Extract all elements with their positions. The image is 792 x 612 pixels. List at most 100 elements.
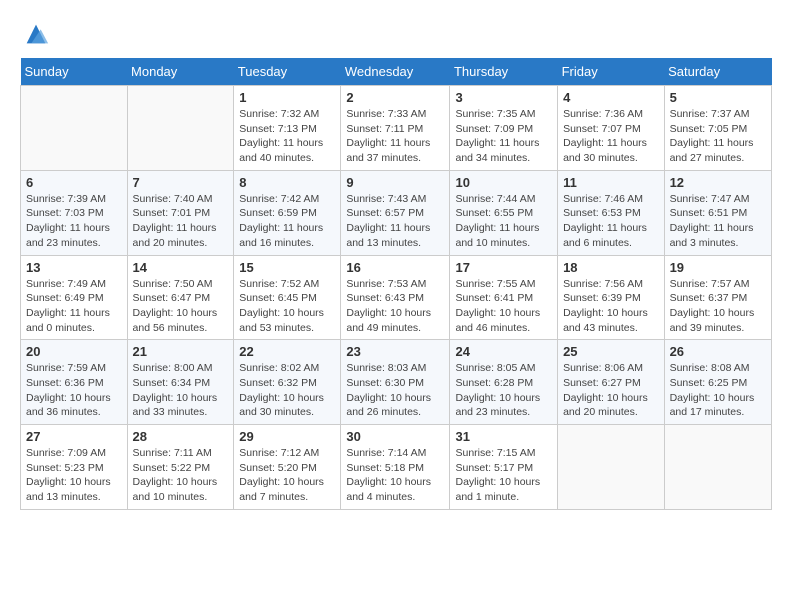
- day-number: 4: [563, 90, 659, 105]
- calendar-cell: 22 Sunrise: 8:02 AM Sunset: 6:32 PM Dayli…: [234, 340, 341, 425]
- day-number: 5: [670, 90, 766, 105]
- calendar-cell: 6 Sunrise: 7:39 AM Sunset: 7:03 PM Daylig…: [21, 170, 128, 255]
- day-info: Sunrise: 7:14 AM Sunset: 5:18 PM Dayligh…: [346, 446, 444, 505]
- calendar-header-row: SundayMondayTuesdayWednesdayThursdayFrid…: [21, 58, 772, 86]
- day-number: 21: [133, 344, 229, 359]
- day-number: 29: [239, 429, 335, 444]
- calendar-cell: 18Sunrise: 7:56 AM Sunset: 6:39 PM Dayli…: [558, 255, 665, 340]
- day-number: 27: [26, 429, 122, 444]
- calendar-cell: 13 Sunrise: 7:49 AM Sunset: 6:49 PM Dayli…: [21, 255, 128, 340]
- day-number: 23: [346, 344, 444, 359]
- day-number: 14: [133, 260, 229, 275]
- calendar-cell: 19 Sunrise: 7:57 AM Sunset: 6:37 PM Dayli…: [664, 255, 771, 340]
- day-info: Sunrise: 7:50 AM Sunset: 6:47 PM Dayligh…: [133, 277, 229, 336]
- calendar-cell: 2 Sunrise: 7:33 AM Sunset: 7:11 PM Daylig…: [341, 86, 450, 171]
- day-info: Sunrise: 8:02 AM Sunset: 6:32 PM Dayligh…: [239, 361, 335, 420]
- day-info: Sunrise: 7:43 AM Sunset: 6:57 PM Dayligh…: [346, 192, 444, 251]
- logo: [20, 20, 50, 48]
- weekday-header: Thursday: [450, 58, 558, 86]
- calendar-cell: 26Sunrise: 8:08 AM Sunset: 6:25 PM Dayli…: [664, 340, 771, 425]
- calendar-cell: 30 Sunrise: 7:14 AM Sunset: 5:18 PM Dayli…: [341, 425, 450, 510]
- calendar-cell: 27 Sunrise: 7:09 AM Sunset: 5:23 PM Dayli…: [21, 425, 128, 510]
- day-info: Sunrise: 8:08 AM Sunset: 6:25 PM Dayligh…: [670, 361, 766, 420]
- weekday-header: Wednesday: [341, 58, 450, 86]
- day-number: 13: [26, 260, 122, 275]
- calendar-cell: 15 Sunrise: 7:52 AM Sunset: 6:45 PM Dayli…: [234, 255, 341, 340]
- calendar-cell: 1 Sunrise: 7:32 AM Sunset: 7:13 PM Daylig…: [234, 86, 341, 171]
- day-info: Sunrise: 7:49 AM Sunset: 6:49 PM Dayligh…: [26, 277, 122, 336]
- day-info: Sunrise: 7:37 AM Sunset: 7:05 PM Dayligh…: [670, 107, 766, 166]
- day-info: Sunrise: 7:33 AM Sunset: 7:11 PM Dayligh…: [346, 107, 444, 166]
- day-info: Sunrise: 7:53 AM Sunset: 6:43 PM Dayligh…: [346, 277, 444, 336]
- weekday-header: Tuesday: [234, 58, 341, 86]
- day-number: 2: [346, 90, 444, 105]
- day-info: Sunrise: 7:39 AM Sunset: 7:03 PM Dayligh…: [26, 192, 122, 251]
- weekday-header: Friday: [558, 58, 665, 86]
- day-number: 6: [26, 175, 122, 190]
- day-number: 7: [133, 175, 229, 190]
- calendar-cell: [127, 86, 234, 171]
- calendar-cell: 17 Sunrise: 7:55 AM Sunset: 6:41 PM Dayli…: [450, 255, 558, 340]
- day-info: Sunrise: 8:05 AM Sunset: 6:28 PM Dayligh…: [455, 361, 552, 420]
- day-info: Sunrise: 8:06 AM Sunset: 6:27 PM Dayligh…: [563, 361, 659, 420]
- calendar-week-row: 13 Sunrise: 7:49 AM Sunset: 6:49 PM Dayli…: [21, 255, 772, 340]
- calendar-cell: 7 Sunrise: 7:40 AM Sunset: 7:01 PM Daylig…: [127, 170, 234, 255]
- calendar-cell: 25Sunrise: 8:06 AM Sunset: 6:27 PM Dayli…: [558, 340, 665, 425]
- day-info: Sunrise: 7:11 AM Sunset: 5:22 PM Dayligh…: [133, 446, 229, 505]
- logo-icon: [22, 20, 50, 48]
- day-info: Sunrise: 7:57 AM Sunset: 6:37 PM Dayligh…: [670, 277, 766, 336]
- day-info: Sunrise: 7:36 AM Sunset: 7:07 PM Dayligh…: [563, 107, 659, 166]
- calendar-cell: 23 Sunrise: 8:03 AM Sunset: 6:30 PM Dayli…: [341, 340, 450, 425]
- calendar-cell: 21 Sunrise: 8:00 AM Sunset: 6:34 PM Dayli…: [127, 340, 234, 425]
- calendar-cell: 31 Sunrise: 7:15 AM Sunset: 5:17 PM Dayli…: [450, 425, 558, 510]
- day-number: 17: [455, 260, 552, 275]
- day-info: Sunrise: 8:00 AM Sunset: 6:34 PM Dayligh…: [133, 361, 229, 420]
- calendar-table: SundayMondayTuesdayWednesdayThursdayFrid…: [20, 58, 772, 510]
- day-info: Sunrise: 7:32 AM Sunset: 7:13 PM Dayligh…: [239, 107, 335, 166]
- day-number: 11: [563, 175, 659, 190]
- day-number: 20: [26, 344, 122, 359]
- day-info: Sunrise: 8:03 AM Sunset: 6:30 PM Dayligh…: [346, 361, 444, 420]
- day-number: 31: [455, 429, 552, 444]
- day-info: Sunrise: 7:42 AM Sunset: 6:59 PM Dayligh…: [239, 192, 335, 251]
- day-number: 15: [239, 260, 335, 275]
- day-number: 16: [346, 260, 444, 275]
- day-info: Sunrise: 7:40 AM Sunset: 7:01 PM Dayligh…: [133, 192, 229, 251]
- page-header: [20, 20, 772, 48]
- calendar-cell: 14 Sunrise: 7:50 AM Sunset: 6:47 PM Dayli…: [127, 255, 234, 340]
- weekday-header: Monday: [127, 58, 234, 86]
- calendar-cell: 16 Sunrise: 7:53 AM Sunset: 6:43 PM Dayli…: [341, 255, 450, 340]
- calendar-week-row: 27 Sunrise: 7:09 AM Sunset: 5:23 PM Dayli…: [21, 425, 772, 510]
- day-info: Sunrise: 7:44 AM Sunset: 6:55 PM Dayligh…: [455, 192, 552, 251]
- calendar-cell: 29Sunrise: 7:12 AM Sunset: 5:20 PM Dayli…: [234, 425, 341, 510]
- day-info: Sunrise: 7:56 AM Sunset: 6:39 PM Dayligh…: [563, 277, 659, 336]
- day-number: 8: [239, 175, 335, 190]
- calendar-cell: 4 Sunrise: 7:36 AM Sunset: 7:07 PM Daylig…: [558, 86, 665, 171]
- day-number: 19: [670, 260, 766, 275]
- day-number: 9: [346, 175, 444, 190]
- calendar-cell: 3 Sunrise: 7:35 AM Sunset: 7:09 PM Daylig…: [450, 86, 558, 171]
- day-number: 30: [346, 429, 444, 444]
- weekday-header: Sunday: [21, 58, 128, 86]
- day-info: Sunrise: 7:09 AM Sunset: 5:23 PM Dayligh…: [26, 446, 122, 505]
- weekday-header: Saturday: [664, 58, 771, 86]
- day-number: 10: [455, 175, 552, 190]
- calendar-week-row: 20 Sunrise: 7:59 AM Sunset: 6:36 PM Dayli…: [21, 340, 772, 425]
- day-info: Sunrise: 7:55 AM Sunset: 6:41 PM Dayligh…: [455, 277, 552, 336]
- calendar-cell: 20 Sunrise: 7:59 AM Sunset: 6:36 PM Dayli…: [21, 340, 128, 425]
- day-info: Sunrise: 7:46 AM Sunset: 6:53 PM Dayligh…: [563, 192, 659, 251]
- calendar-cell: 12Sunrise: 7:47 AM Sunset: 6:51 PM Dayli…: [664, 170, 771, 255]
- day-info: Sunrise: 7:15 AM Sunset: 5:17 PM Dayligh…: [455, 446, 552, 505]
- calendar-cell: 10 Sunrise: 7:44 AM Sunset: 6:55 PM Dayli…: [450, 170, 558, 255]
- day-number: 3: [455, 90, 552, 105]
- day-number: 1: [239, 90, 335, 105]
- day-info: Sunrise: 7:35 AM Sunset: 7:09 PM Dayligh…: [455, 107, 552, 166]
- day-info: Sunrise: 7:47 AM Sunset: 6:51 PM Dayligh…: [670, 192, 766, 251]
- day-number: 22: [239, 344, 335, 359]
- day-info: Sunrise: 7:59 AM Sunset: 6:36 PM Dayligh…: [26, 361, 122, 420]
- calendar-week-row: 1 Sunrise: 7:32 AM Sunset: 7:13 PM Daylig…: [21, 86, 772, 171]
- calendar-cell: 8 Sunrise: 7:42 AM Sunset: 6:59 PM Daylig…: [234, 170, 341, 255]
- day-number: 28: [133, 429, 229, 444]
- day-info: Sunrise: 7:52 AM Sunset: 6:45 PM Dayligh…: [239, 277, 335, 336]
- day-number: 24: [455, 344, 552, 359]
